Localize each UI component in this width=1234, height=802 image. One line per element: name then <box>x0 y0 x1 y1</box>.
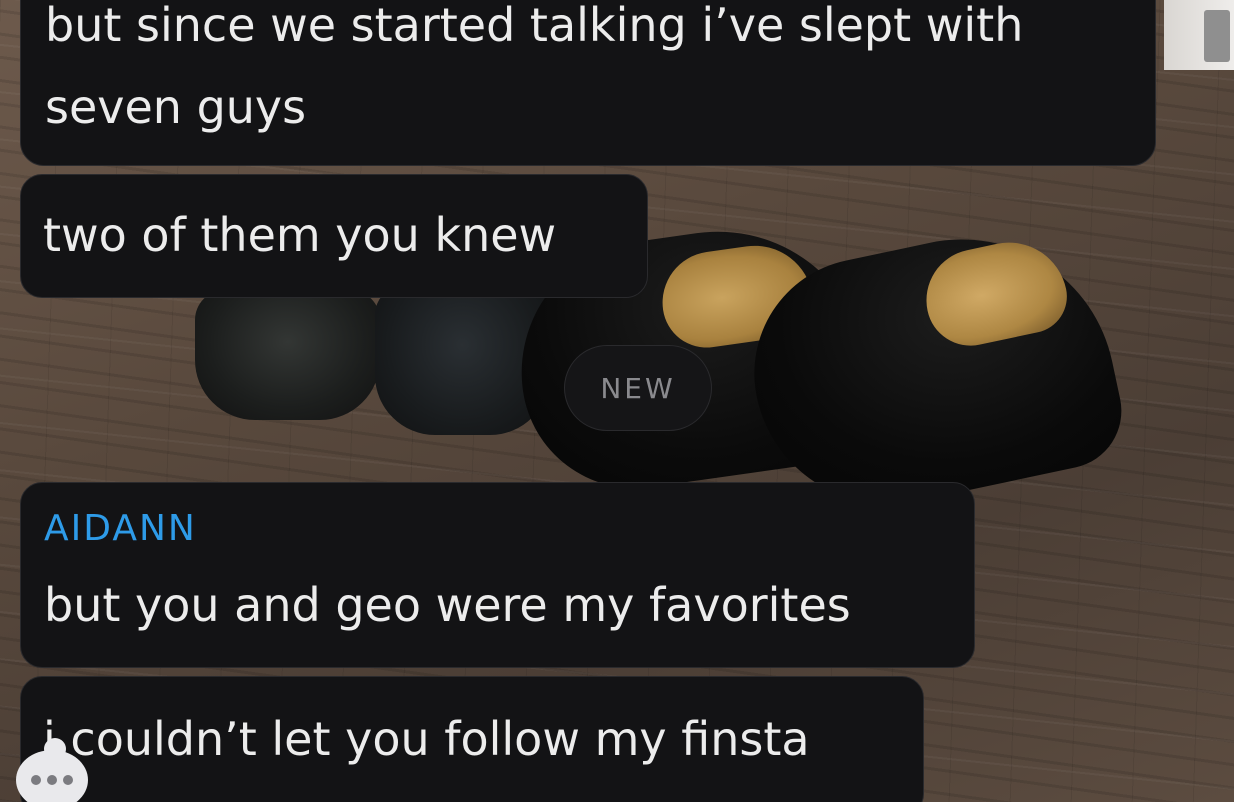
new-messages-divider: NEW <box>564 345 712 431</box>
wall-outlet <box>1204 10 1230 62</box>
message-text: but you and geo were my favorites <box>44 578 851 632</box>
message-text: two of them you knew <box>43 208 557 262</box>
message-text: but since we started talking i’ve slept … <box>45 0 1024 52</box>
message-bubble[interactable]: two of them you knew <box>20 174 648 298</box>
message-text: seven guys <box>45 80 307 134</box>
background-shoe <box>195 290 380 420</box>
message-bubble[interactable]: but since we started talking i’ve slept … <box>20 0 1156 166</box>
chat-screen: but since we started talking i’ve slept … <box>0 0 1234 802</box>
typing-indicator <box>16 738 88 802</box>
typing-dot <box>31 775 41 785</box>
typing-dot <box>63 775 73 785</box>
message-text: i couldn’t let you follow my finsta <box>43 712 810 766</box>
message-bubble[interactable]: AIDANN but you and geo were my favorites <box>20 482 975 668</box>
typing-bubble-tail <box>44 738 66 760</box>
sender-name: AIDANN <box>44 508 197 549</box>
shoe-insole <box>916 231 1074 354</box>
background-wall <box>1164 0 1234 70</box>
typing-dot <box>47 775 57 785</box>
message-bubble[interactable]: i couldn’t let you follow my finsta <box>20 676 924 802</box>
